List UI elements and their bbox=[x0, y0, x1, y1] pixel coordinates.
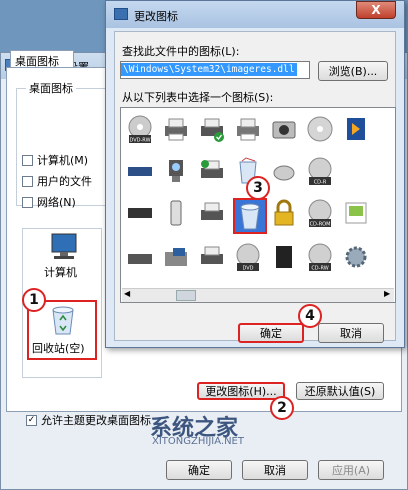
checkbox-user-files[interactable]: 用户的文件 bbox=[22, 173, 108, 189]
video-card-icon[interactable] bbox=[125, 198, 155, 228]
checkbox-box[interactable] bbox=[22, 175, 33, 187]
recycle-bin-selected-icon[interactable] bbox=[233, 198, 267, 234]
cancel-button[interactable]: 取消 bbox=[318, 323, 384, 343]
printer-icon[interactable] bbox=[197, 198, 227, 228]
printer-icon[interactable] bbox=[233, 114, 263, 144]
lock-icon[interactable] bbox=[269, 198, 299, 228]
horizontal-scrollbar[interactable]: ◀ ▶ bbox=[122, 288, 394, 302]
path-value[interactable]: \Windows\System32\imageres.dll bbox=[121, 63, 297, 76]
restore-default-button[interactable]: 还原默认值(S) bbox=[296, 382, 384, 400]
dialog-title: 更改图标 bbox=[134, 10, 178, 23]
dialog-title-bar: 更改图标 X bbox=[106, 1, 404, 28]
memory-card-icon[interactable] bbox=[269, 242, 299, 272]
mouse-icon[interactable] bbox=[269, 156, 299, 186]
icon-list[interactable]: DVD-RW CD-R CD-ROM DVD CD-RW ◀ ▶ bbox=[120, 107, 396, 303]
printer-check-icon[interactable] bbox=[197, 114, 227, 144]
checkbox-label: 用户的文件 bbox=[37, 175, 92, 188]
pictures-icon[interactable] bbox=[341, 198, 371, 228]
checkbox-box[interactable] bbox=[22, 196, 33, 208]
checkbox-label: 网络(N) bbox=[37, 196, 76, 209]
printer-check-icon[interactable] bbox=[197, 156, 227, 186]
checkbox-network[interactable]: 网络(N) bbox=[22, 194, 108, 210]
scroll-thumb[interactable] bbox=[176, 290, 196, 301]
dvd-drive-icon[interactable]: DVD bbox=[233, 242, 263, 272]
search-label: 查找此文件中的图标(L): bbox=[122, 45, 240, 58]
computer-icon[interactable] bbox=[44, 232, 84, 262]
cd-rom-caption: CD-ROM bbox=[310, 222, 331, 228]
checkbox-box[interactable] bbox=[22, 154, 33, 166]
list-label: 从以下列表中选择一个图标(S): bbox=[122, 91, 274, 104]
removable-drive-icon[interactable] bbox=[125, 242, 155, 272]
printer-icon[interactable] bbox=[161, 114, 191, 144]
keyboard-icon[interactable] bbox=[125, 156, 155, 186]
checkmark-icon[interactable]: ✓ bbox=[26, 414, 37, 426]
scroll-right-arrow-icon[interactable]: ▶ bbox=[384, 289, 390, 298]
cd-rw-drive-icon[interactable]: CD-RW bbox=[305, 242, 335, 272]
callout-3: 3 bbox=[246, 176, 270, 200]
callout-4: 4 bbox=[298, 304, 322, 328]
cd-r-caption: CD-R bbox=[314, 180, 327, 186]
media-player-icon[interactable] bbox=[341, 114, 371, 144]
printer-icon[interactable] bbox=[197, 242, 227, 272]
tab-desktop-icons[interactable]: 桌面图标 bbox=[10, 50, 74, 68]
close-button[interactable]: X bbox=[356, 1, 396, 19]
dvd-caption: DVD bbox=[242, 266, 253, 272]
computer-icon-label: 计算机 bbox=[44, 266, 77, 279]
callout-1: 1 bbox=[22, 288, 46, 312]
apply-button[interactable]: 应用(A) bbox=[318, 460, 384, 480]
mobile-phone-icon[interactable] bbox=[161, 198, 191, 228]
change-icon-button[interactable]: 更改图标(H)... bbox=[197, 382, 285, 400]
allow-themes-checkbox[interactable]: ✓ 允许主题更改桌面图标 bbox=[26, 412, 151, 428]
dvd-rw-caption: DVD-RW bbox=[129, 138, 150, 144]
floppy-drive-icon[interactable] bbox=[161, 242, 191, 272]
bg-ok-button[interactable]: 确定 bbox=[166, 460, 232, 480]
callout-2: 2 bbox=[270, 396, 294, 420]
gear-icon[interactable] bbox=[341, 242, 371, 272]
cd-drive-icon[interactable] bbox=[305, 114, 335, 144]
bg-cancel-button[interactable]: 取消 bbox=[242, 460, 308, 480]
checkbox-computer[interactable]: 计算机(M) bbox=[22, 152, 108, 168]
checkbox-label: 计算机(M) bbox=[37, 154, 89, 167]
camera-icon[interactable] bbox=[269, 114, 299, 144]
monitor-icon bbox=[114, 8, 128, 20]
allow-themes-label: 允许主题更改桌面图标 bbox=[41, 414, 151, 427]
dvd-rw-drive-icon[interactable]: DVD-RW bbox=[125, 114, 155, 144]
group-label: 桌面图标 bbox=[26, 80, 76, 96]
watermark-url: XITONGZHIJIA.NET bbox=[152, 436, 244, 447]
cd-rw-caption: CD-RW bbox=[311, 266, 328, 272]
recycle-bin-icon[interactable] bbox=[48, 304, 78, 336]
cd-rom-drive-icon[interactable]: CD-ROM bbox=[305, 198, 335, 228]
change-icon-dialog: 更改图标 X 查找此文件中的图标(L): \Windows\System32\i… bbox=[105, 0, 405, 348]
browse-button[interactable]: 浏览(B)... bbox=[318, 61, 388, 81]
cd-r-drive-icon[interactable]: CD-R bbox=[305, 156, 335, 186]
ok-button[interactable]: 确定 bbox=[238, 323, 304, 343]
scroll-left-arrow-icon[interactable]: ◀ bbox=[124, 289, 130, 298]
recycle-bin-label: 回收站(空) bbox=[32, 342, 85, 355]
path-input[interactable]: \Windows\System32\imageres.dll bbox=[120, 61, 310, 79]
webcam-icon[interactable] bbox=[161, 156, 191, 186]
